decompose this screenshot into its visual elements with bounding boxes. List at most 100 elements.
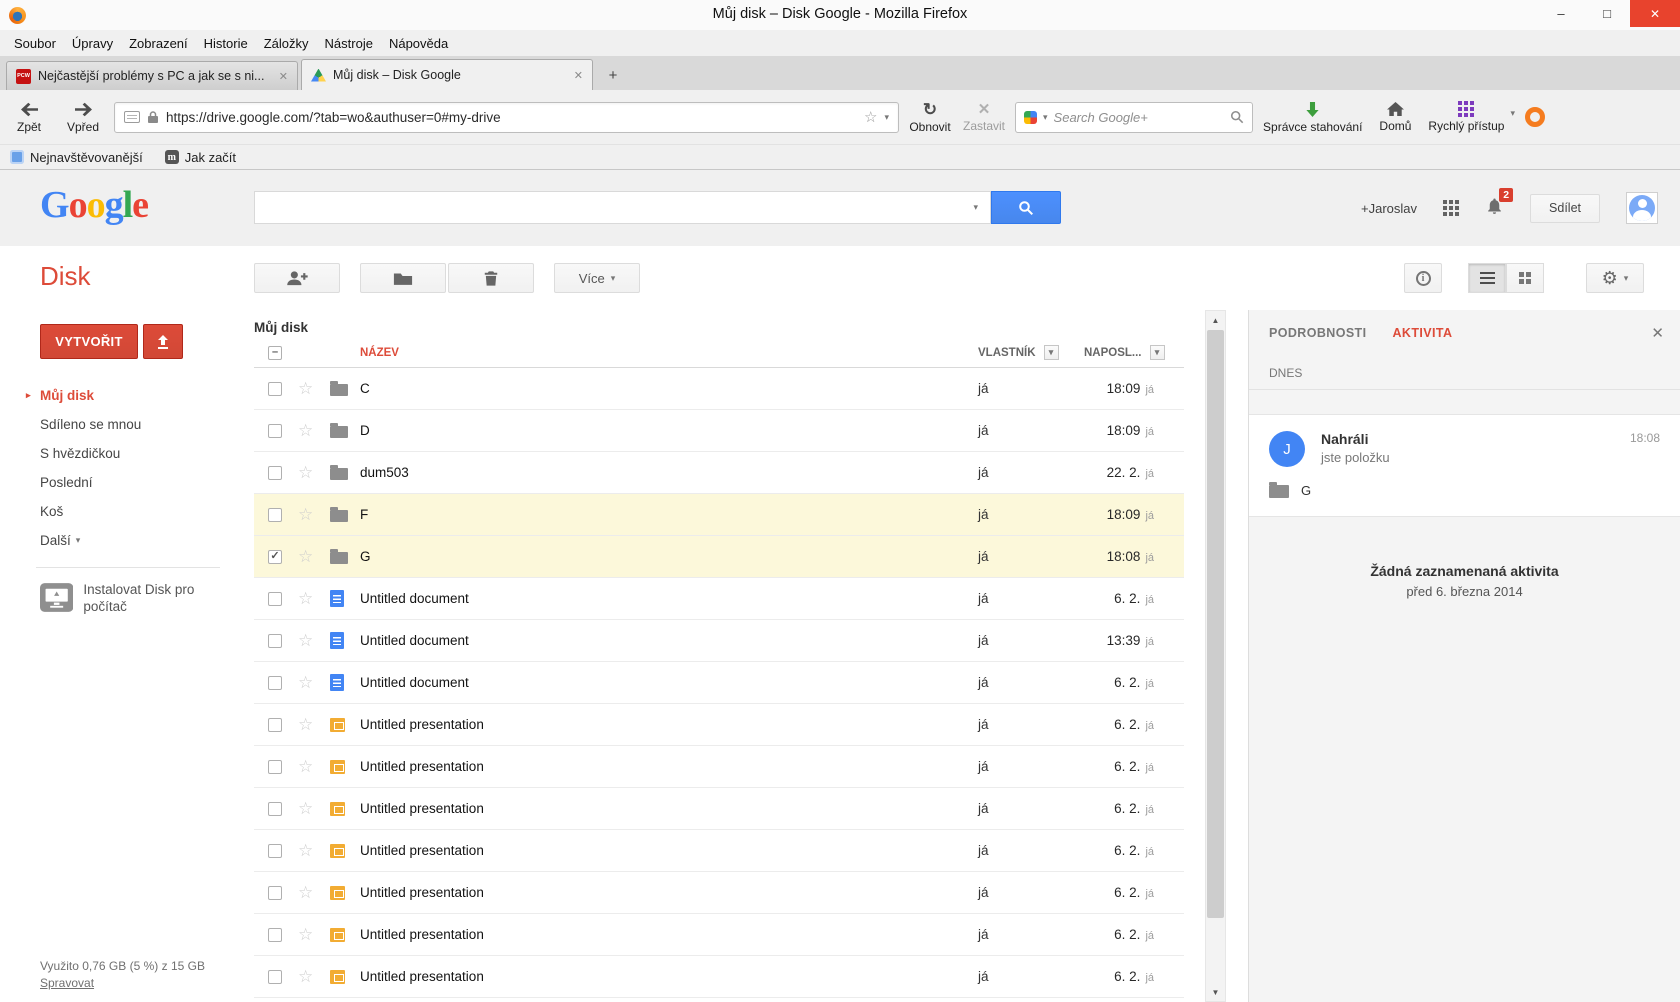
grid-view-button[interactable] [1506, 263, 1544, 293]
table-row[interactable]: ☆ Untitled document já 6. 2.já [254, 662, 1184, 704]
engine-dropdown-icon[interactable]: ▾ [1043, 113, 1048, 122]
star-icon[interactable]: ☆ [298, 380, 314, 397]
row-checkbox[interactable] [268, 550, 282, 564]
url-dropdown-icon[interactable]: ▾ [884, 113, 889, 122]
column-header-modified[interactable]: NAPOSL... ▾ [1084, 345, 1184, 360]
modified-sort-button[interactable]: ▾ [1150, 345, 1165, 360]
menu-item[interactable]: Nápověda [381, 33, 456, 54]
activity-item[interactable]: G [1269, 483, 1660, 498]
table-row[interactable]: ☆ Untitled presentation já 6. 2.já [254, 914, 1184, 956]
search-options-dropdown-icon[interactable]: ▾ [973, 203, 978, 212]
table-row[interactable]: ☆ Untitled presentation já 6. 2.já [254, 704, 1184, 746]
url-bar[interactable]: https://drive.google.com/?tab=wo&authuse… [114, 102, 899, 133]
scrollbar-thumb[interactable] [1207, 330, 1224, 918]
list-view-button[interactable] [1468, 263, 1506, 293]
notifications-button[interactable]: 2 [1485, 196, 1504, 221]
table-row[interactable]: ☆ Untitled presentation já 6. 2.já [254, 830, 1184, 872]
sidebar-item-trash[interactable]: Koš [40, 497, 254, 526]
apps-grid-icon[interactable] [1443, 200, 1459, 216]
new-tab-button[interactable]: + [598, 62, 628, 88]
sidebar-item-my-drive[interactable]: ▸Můj disk [40, 381, 254, 410]
column-header-name[interactable]: NÁZEV [360, 347, 954, 359]
row-checkbox[interactable] [268, 508, 282, 522]
table-row[interactable]: ☆ Untitled document já 6. 2.já [254, 578, 1184, 620]
drive-search-button[interactable] [991, 191, 1061, 224]
table-row[interactable]: ☆ C já 18:09já [254, 368, 1184, 410]
scroll-up-icon[interactable]: ▲ [1206, 311, 1225, 329]
table-row[interactable]: ☆ Untitled presentation já 6. 2.já [254, 956, 1184, 998]
page-icon[interactable] [124, 111, 140, 123]
star-icon[interactable]: ☆ [298, 422, 314, 439]
share-button[interactable]: Sdílet [1530, 194, 1600, 223]
menu-item[interactable]: Zobrazení [121, 33, 196, 54]
menu-item[interactable]: Záložky [256, 33, 317, 54]
sidebar-item-starred[interactable]: S hvězdičkou [40, 439, 254, 468]
table-row[interactable]: ☆ Untitled document já 13:39já [254, 620, 1184, 662]
restore-button[interactable]: □ [1584, 0, 1630, 27]
url-text[interactable]: https://drive.google.com/?tab=wo&authuse… [166, 110, 857, 125]
menu-item[interactable]: Nástroje [317, 33, 381, 54]
star-icon[interactable]: ☆ [298, 926, 314, 943]
details-info-button[interactable]: i [1404, 263, 1442, 293]
upload-button[interactable] [143, 324, 183, 359]
row-checkbox[interactable] [268, 844, 282, 858]
extension-icon[interactable] [1525, 107, 1545, 127]
star-icon[interactable]: ☆ [298, 632, 314, 649]
trash-button[interactable] [448, 263, 534, 293]
star-icon[interactable]: ☆ [298, 590, 314, 607]
menu-item[interactable]: Soubor [6, 33, 64, 54]
table-row[interactable]: ☆ G já 18:08já [254, 536, 1184, 578]
row-checkbox[interactable] [268, 466, 282, 480]
row-checkbox[interactable] [268, 718, 282, 732]
tab-close-icon[interactable]: ✕ [279, 70, 288, 83]
close-button[interactable]: ✕ [1630, 0, 1680, 27]
settings-button[interactable]: ⚙ ▾ [1586, 263, 1644, 293]
star-icon[interactable]: ☆ [298, 464, 314, 481]
bookmark-most-visited[interactable]: Nejnavštěvovanější [10, 150, 143, 165]
table-row[interactable]: ☆ F já 18:09já [254, 494, 1184, 536]
star-icon[interactable]: ☆ [298, 842, 314, 859]
sidebar-item-shared-with-me[interactable]: Sdíleno se mnou [40, 410, 254, 439]
minimize-button[interactable]: – [1538, 0, 1584, 27]
sidebar-item-recent[interactable]: Poslední [40, 468, 254, 497]
tab-details[interactable]: PODROBNOSTI [1269, 326, 1366, 340]
table-row[interactable]: ☆ Untitled presentation já 6. 2.já [254, 746, 1184, 788]
web-search-input[interactable]: ▾ Search Google+ [1015, 102, 1253, 133]
tab-drive[interactable]: Můj disk – Disk Google ✕ [301, 59, 593, 90]
create-button[interactable]: VYTVOŘIT [40, 324, 138, 359]
back-button[interactable]: Zpět [6, 99, 52, 136]
row-checkbox[interactable] [268, 802, 282, 816]
table-row[interactable]: ☆ dum503 já 22. 2.já [254, 452, 1184, 494]
menu-item[interactable]: Úpravy [64, 33, 121, 54]
quick-access-button[interactable]: Rychlý přístup [1426, 99, 1506, 135]
star-icon[interactable]: ☆ [298, 800, 314, 817]
quick-access-dropdown-icon[interactable]: ▾ [1510, 109, 1515, 118]
row-checkbox[interactable] [268, 970, 282, 984]
star-icon[interactable]: ☆ [298, 674, 314, 691]
table-row[interactable]: ☆ D já 18:09já [254, 410, 1184, 452]
owner-sort-button[interactable]: ▾ [1044, 345, 1059, 360]
star-icon[interactable]: ☆ [298, 968, 314, 985]
row-checkbox[interactable] [268, 886, 282, 900]
forward-button[interactable]: Vpřed [60, 99, 106, 136]
stop-button[interactable]: ✕ Zastavit [961, 100, 1007, 135]
share-with-people-button[interactable] [254, 263, 340, 293]
install-drive-link[interactable]: Instalovat Disk pro počítač [40, 582, 230, 616]
scroll-down-icon[interactable]: ▼ [1206, 983, 1225, 1001]
search-engine-icon[interactable] [1024, 111, 1037, 124]
refresh-button[interactable]: ↻ Obnovit [907, 99, 953, 136]
menu-item[interactable]: Historie [196, 33, 256, 54]
row-checkbox[interactable] [268, 592, 282, 606]
table-row[interactable]: ☆ Untitled presentation já 6. 2.já [254, 788, 1184, 830]
sidebar-item-more[interactable]: Další▾ [40, 526, 254, 555]
scrollbar[interactable]: ▲ ▼ [1205, 310, 1226, 1002]
star-icon[interactable]: ☆ [298, 716, 314, 733]
search-icon[interactable] [1230, 110, 1244, 124]
star-icon[interactable]: ☆ [298, 758, 314, 775]
profile-name-link[interactable]: +Jaroslav [1361, 201, 1417, 216]
tab-activity[interactable]: AKTIVITA [1392, 326, 1452, 340]
row-checkbox[interactable] [268, 676, 282, 690]
tab-pcworld[interactable]: PCW Nejčastější problémy s PC a jak se s… [6, 61, 298, 90]
bookmark-getting-started[interactable]: m Jak začít [165, 150, 236, 165]
bookmark-star-icon[interactable]: ☆ [864, 110, 877, 125]
